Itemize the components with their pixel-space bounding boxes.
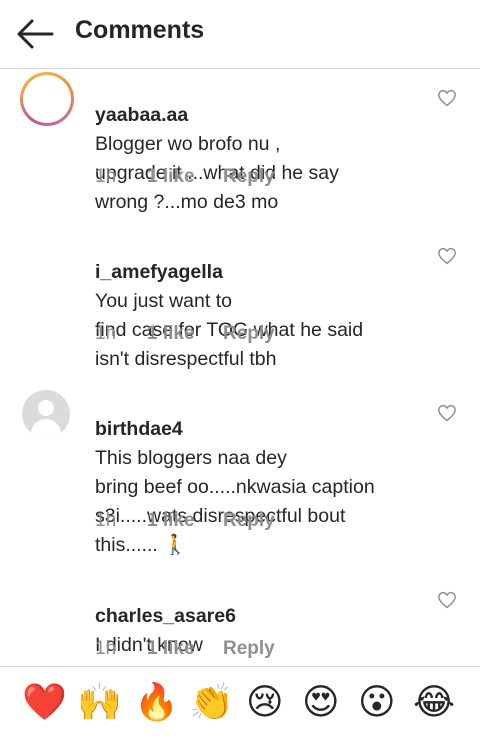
comment-time: 1h (95, 510, 117, 531)
comment-meta: 1h 1 like Reply (95, 323, 275, 345)
comment-meta: 1h 1 like Reply (95, 166, 275, 188)
comment-time: 1h (95, 638, 117, 659)
comment-likes[interactable]: 1 like (147, 323, 223, 345)
heart-icon[interactable] (437, 591, 457, 609)
comment-time: 1h (95, 323, 117, 344)
reply-button[interactable]: Reply (223, 638, 275, 660)
comment-username[interactable]: yaabaa.aa (95, 104, 188, 126)
tears-of-joy-emoji-button[interactable]: 😂 (413, 683, 455, 723)
emoji-reaction-bar: ❤️ 🙌 🔥 👏 😢 😍 😮 😂 (0, 666, 480, 738)
heart-eyes-emoji-button[interactable]: 😍 (302, 683, 340, 723)
comment-meta: 1h 1 like Reply (95, 510, 275, 532)
comment-body: This bloggers naa dey bring beef oo.....… (95, 447, 375, 556)
raised-hands-emoji-button[interactable]: 🙌 (77, 683, 122, 723)
crying-face-emoji-button[interactable]: 😢 (246, 683, 284, 723)
comment-likes[interactable]: 1 like (147, 638, 223, 660)
comment-text: yaabaa.aa Blogger wo brofo nu , upgrade … (95, 72, 413, 217)
comment-text: birthdae4 This bloggers naa dey bring be… (95, 386, 413, 560)
comment-text: i_amefyagella You just want to find case… (95, 229, 413, 374)
comments-list[interactable]: yaabaa.aa Blogger wo brofo nu , upgrade … (0, 69, 480, 666)
comment-time: 1h (95, 166, 117, 187)
avatar[interactable] (20, 72, 74, 126)
heart-emoji-button[interactable]: ❤️ (22, 683, 67, 723)
comment-likes[interactable]: 1 like (147, 166, 223, 188)
reply-button[interactable]: Reply (223, 510, 275, 532)
heart-icon[interactable] (437, 247, 457, 265)
avatar[interactable] (22, 390, 70, 438)
reply-button[interactable]: Reply (223, 166, 275, 188)
heart-icon[interactable] (437, 404, 457, 422)
comment-meta: 1h 1 like Reply (95, 638, 275, 660)
header-bar: Comments (0, 0, 480, 69)
comment-likes[interactable]: 1 like (147, 510, 223, 532)
comment-username[interactable]: i_amefyagella (95, 261, 223, 283)
surprised-face-emoji-button[interactable]: 😮 (358, 683, 396, 723)
fire-emoji-button[interactable]: 🔥 (134, 683, 179, 723)
comment-username[interactable]: birthdae4 (95, 418, 183, 440)
back-arrow-icon[interactable] (14, 14, 56, 54)
clapping-hands-emoji-button[interactable]: 👏 (189, 683, 234, 723)
heart-icon[interactable] (437, 89, 457, 107)
reply-button[interactable]: Reply (223, 323, 275, 345)
comment-username[interactable]: charles_asare6 (95, 605, 236, 627)
page-title: Comments (75, 16, 205, 44)
